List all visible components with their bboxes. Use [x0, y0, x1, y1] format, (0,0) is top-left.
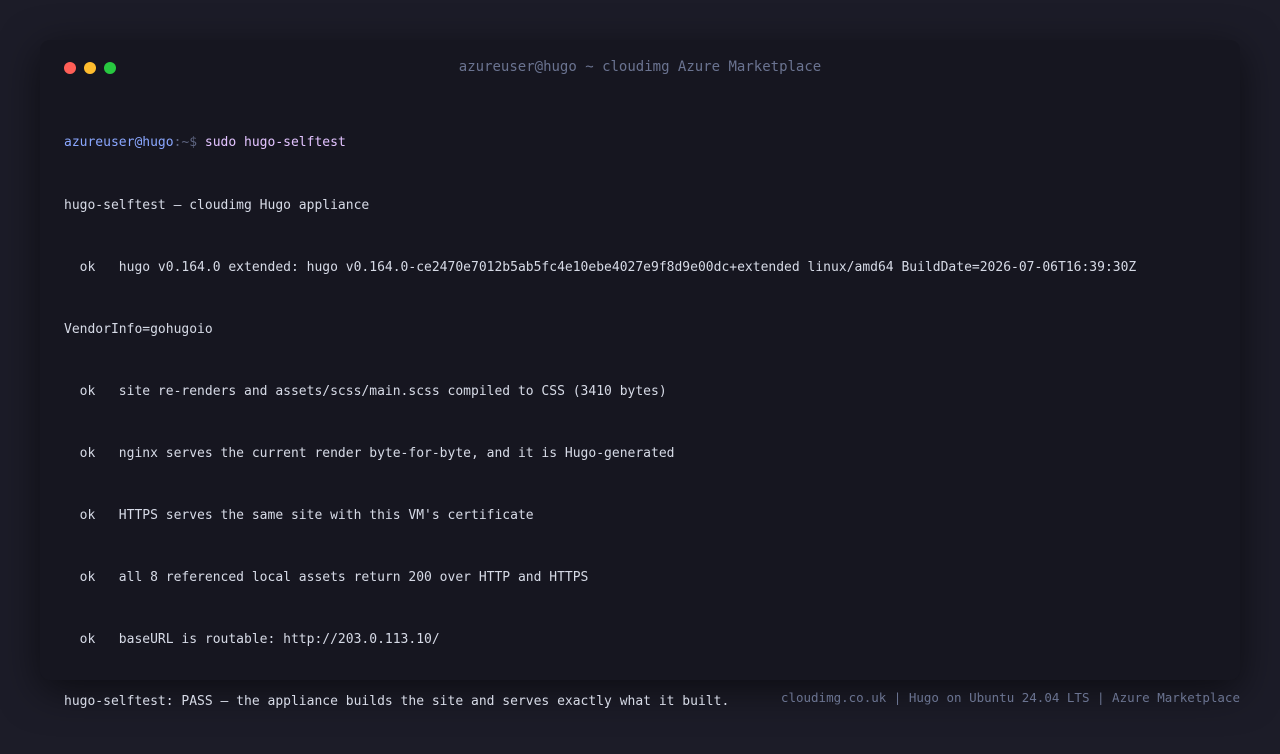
footer-caption: cloudimg.co.uk | Hugo on Ubuntu 24.04 LT…: [780, 690, 1240, 705]
terminal-output[interactable]: azureuser@hugo:~$ sudo hugo-selftest hug…: [64, 92, 1216, 754]
window-title: azureuser@hugo ~ cloudimg Azure Marketpl…: [458, 59, 822, 75]
title-bar: azureuser@hugo ~ cloudimg Azure Marketpl…: [40, 40, 1240, 96]
output-line: ok all 8 referenced local assets return …: [64, 570, 589, 586]
output-line: ok baseURL is routable: http://203.0.113…: [64, 632, 440, 648]
output-line: ok nginx serves the current render byte-…: [64, 445, 675, 461]
output-line: ok site re-renders and assets/scss/main.…: [64, 383, 667, 399]
prompt-separator: :~$: [173, 135, 205, 151]
command-text: sudo hugo-selftest: [204, 135, 346, 151]
prompt-user: azureuser@hugo: [64, 135, 174, 151]
prompt-line: azureuser@hugo:~$ sudo hugo-selftest: [64, 133, 1216, 154]
output-line: ok HTTPS serves the same site with this …: [64, 507, 534, 523]
terminal-window: azureuser@hugo ~ cloudimg Azure Marketpl…: [40, 40, 1240, 709]
output-line: VendorInfo=gohugoio: [64, 321, 213, 337]
output-line: hugo-selftest — cloudimg Hugo appliance: [64, 197, 370, 213]
output-line: ok hugo v0.164.0 extended: hugo v0.164.0…: [64, 259, 1137, 275]
